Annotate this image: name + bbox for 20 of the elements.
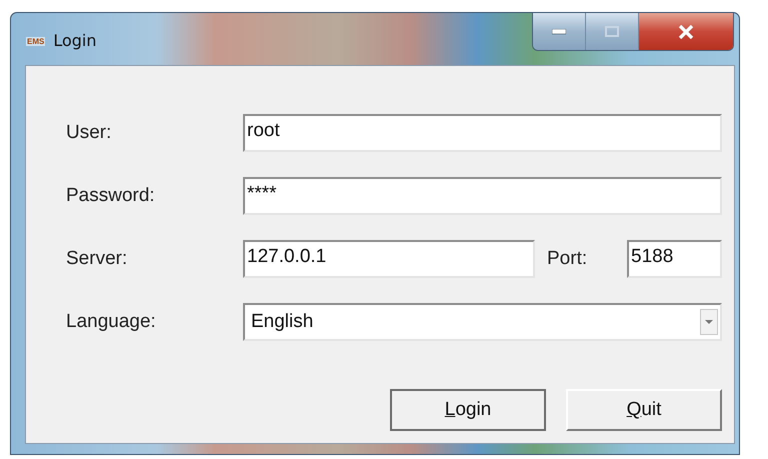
server-field[interactable]: 127.0.0.1 bbox=[243, 240, 535, 278]
close-button[interactable] bbox=[639, 13, 733, 50]
field-label: Server: bbox=[66, 248, 128, 270]
close-icon bbox=[678, 24, 694, 38]
maximize-icon bbox=[605, 26, 619, 37]
text-field[interactable]: root bbox=[243, 114, 722, 152]
field-label: Language: bbox=[66, 311, 157, 333]
dialog-button[interactable]: Quit bbox=[566, 389, 722, 431]
dialog-button[interactable]: Login bbox=[390, 389, 546, 431]
dropdown-value: English bbox=[251, 311, 314, 333]
minimize-icon bbox=[552, 28, 566, 34]
field-label: Password: bbox=[66, 185, 156, 207]
port-label: Port: bbox=[547, 248, 588, 270]
field-label: User: bbox=[66, 122, 112, 144]
window-title: Login bbox=[53, 31, 97, 50]
port-field[interactable]: 5188 bbox=[627, 240, 722, 278]
language-dropdown[interactable]: English bbox=[243, 303, 722, 341]
password-field[interactable]: **** bbox=[243, 177, 722, 215]
app-logo: EMS bbox=[26, 37, 46, 46]
minimize-button[interactable] bbox=[533, 13, 586, 50]
